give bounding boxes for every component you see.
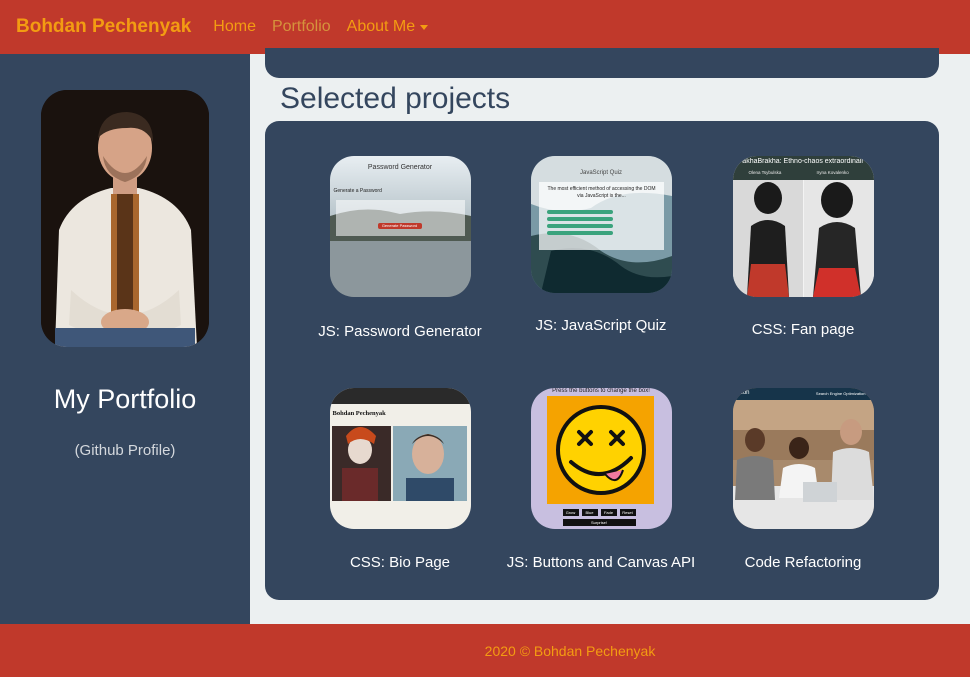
thumb-subtitle: Search Engine Optimization bbox=[815, 391, 866, 396]
thumb-subtitle: Generate a Password bbox=[333, 188, 382, 194]
sidebar-title: My Portfolio bbox=[53, 384, 197, 414]
caret-down-icon bbox=[420, 25, 429, 30]
thumb-btn-reset: Reset bbox=[622, 510, 633, 515]
project-label[interactable]: CSS: Bio Page bbox=[300, 554, 500, 571]
github-profile-link[interactable]: (Github Profile) bbox=[0, 442, 250, 459]
project-label[interactable]: JS: Password Generator bbox=[300, 323, 500, 340]
project-label[interactable]: CSS: Fan page bbox=[703, 321, 903, 338]
thumb-btn-surprise: Surprise! bbox=[590, 520, 607, 525]
project-card[interactable]: akhaBrakha: Ethno-chaos extraordinair Ol… bbox=[703, 156, 903, 338]
project-card[interactable]: Password Generator Generate a Password G… bbox=[300, 156, 500, 340]
section-title: Selected projects bbox=[280, 82, 511, 115]
project-card[interactable]: JavaScript Quiz The most efficient metho… bbox=[501, 156, 701, 334]
project-label[interactable]: Code Refactoring bbox=[703, 554, 903, 571]
project-thumbnail[interactable]: Bohdan Pechenyak bbox=[329, 388, 471, 529]
sidebar: My Portfolio (Github Profile) bbox=[0, 54, 250, 624]
brand-link[interactable]: Bohdan Pechenyak bbox=[16, 16, 191, 38]
project-thumbnail[interactable]: Press the buttons to change the box! Gro… bbox=[530, 388, 672, 529]
project-thumbnail[interactable]: Password Generator Generate a Password G… bbox=[329, 156, 471, 297]
thumb-title: rizon bbox=[736, 390, 750, 396]
nav-about-dropdown[interactable]: About Me bbox=[346, 18, 429, 36]
project-card[interactable]: Bohdan Pechenyak CSS: Bio Page bbox=[300, 388, 500, 571]
thumb-name-right: Iryna Kovalenko bbox=[816, 170, 849, 175]
projects-card: Password Generator Generate a Password G… bbox=[265, 121, 939, 600]
thumb-button: Generate Password bbox=[381, 223, 418, 228]
project-label[interactable]: JS: JavaScript Quiz bbox=[501, 317, 701, 334]
nav-about-label: About Me bbox=[346, 18, 416, 35]
thumb-btn-blue: Blue bbox=[585, 510, 594, 515]
footer-copyright: 2020 © Bohdan Pechenyak bbox=[484, 642, 656, 659]
navbar: Bohdan Pechenyak Home Portfolio About Me bbox=[0, 0, 970, 54]
project-thumbnail[interactable]: akhaBrakha: Ethno-chaos extraordinair Ol… bbox=[732, 156, 874, 297]
thumb-title: akhaBrakha: Ethno-chaos extraordinair bbox=[742, 158, 864, 165]
nav-portfolio-link[interactable]: Portfolio bbox=[272, 18, 331, 36]
project-card[interactable]: rizon Search Engine Optimization Code Re… bbox=[703, 388, 903, 571]
nav-home-link[interactable]: Home bbox=[213, 18, 256, 36]
thumb-btn-grow: Grow bbox=[565, 510, 576, 515]
thumb-title: Bohdan Pechenyak bbox=[332, 410, 386, 417]
profile-photo bbox=[41, 90, 209, 347]
project-label[interactable]: JS: Buttons and Canvas API bbox=[501, 554, 701, 571]
thumb-name-left: Olena Tsybulska bbox=[748, 170, 782, 175]
top-card bbox=[265, 48, 939, 78]
project-thumbnail[interactable]: JavaScript Quiz The most efficient metho… bbox=[530, 156, 672, 293]
thumb-title: Password Generator bbox=[367, 164, 433, 171]
thumb-title: Press the buttons to change the box! bbox=[552, 388, 650, 394]
footer: 2020 © Bohdan Pechenyak bbox=[0, 624, 970, 677]
thumb-btn-fade: Fade bbox=[603, 510, 614, 515]
project-card[interactable]: Press the buttons to change the box! Gro… bbox=[501, 388, 701, 571]
project-thumbnail[interactable]: rizon Search Engine Optimization bbox=[732, 388, 874, 529]
thumb-title: JavaScript Quiz bbox=[579, 170, 622, 176]
thumb-question: The most efficient method of accessing t… bbox=[547, 186, 656, 199]
